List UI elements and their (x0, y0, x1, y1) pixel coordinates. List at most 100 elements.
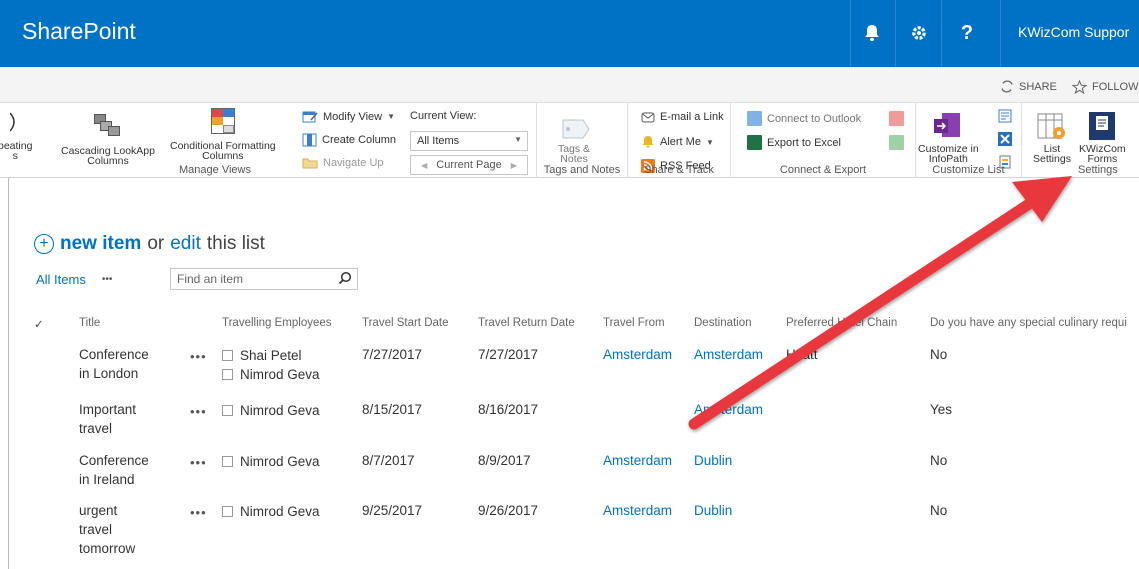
row-more-button[interactable]: ••• (190, 404, 207, 419)
kwizcom-forms-label-2: Forms (1087, 153, 1118, 165)
row-culinary: No (930, 503, 948, 518)
this-list-text: this list (206, 233, 265, 254)
row-more-button[interactable]: ••• (190, 455, 207, 470)
row-more-button[interactable]: ••• (190, 505, 207, 520)
view-selector-row: All Items ••• (36, 272, 112, 287)
tags-notes-label-2: Notes (560, 153, 588, 165)
employee-item: Shai Petel (222, 346, 320, 365)
group-manage-views: peating s Cascading LookApp Columns Cond… (0, 103, 537, 178)
repeating-label-2: s (12, 150, 18, 162)
export-excel-label: Export to Excel (767, 136, 841, 149)
modify-view-button[interactable]: Modify View ▼ (302, 110, 395, 123)
column-header-title[interactable]: Title (79, 317, 100, 329)
conditional-formatting-icon (207, 106, 239, 138)
user-menu[interactable]: KWizCom Suppor (1018, 24, 1129, 40)
form-web-parts-icon[interactable] (998, 109, 1012, 123)
kwizcom-forms-button[interactable]: KWizCom Forms (1079, 111, 1126, 164)
connect-outlook-button[interactable]: Connect to Outlook (747, 111, 861, 126)
current-view-label: Current View: (410, 110, 477, 122)
row-destination[interactable]: Dublin (694, 451, 732, 470)
search-placeholder: Find an item (177, 272, 244, 286)
chevron-down-icon: ▼ (387, 112, 396, 121)
row-return-date: 7/27/2017 (478, 347, 539, 362)
row-title[interactable]: Important travel (79, 400, 136, 438)
row-title-line: Important (79, 402, 137, 417)
chevron-right-icon[interactable]: ▶ (511, 161, 517, 170)
column-header-hotel[interactable]: Preferred Hotel Chain (786, 317, 897, 329)
current-view-value: All Items (417, 135, 460, 147)
create-column-button[interactable]: Create Column (302, 133, 396, 147)
column-header-destination[interactable]: Destination (694, 317, 752, 329)
row-title-line: travel (79, 421, 113, 436)
search-icon[interactable] (338, 271, 352, 285)
row-more-button[interactable]: ••• (190, 349, 207, 364)
view-all-items-link[interactable]: All Items (36, 272, 86, 287)
list-settings-button[interactable]: List Settings (1033, 111, 1071, 164)
current-view-select[interactable]: All Items ▼ (410, 131, 528, 151)
column-header-employees[interactable]: Travelling Employees (222, 317, 332, 329)
chevron-down-icon: ▼ (514, 135, 522, 144)
group-label: Tags and Notes (543, 164, 621, 176)
app-brand[interactable]: SharePoint (22, 18, 136, 45)
repeating-columns-button[interactable]: peating s (0, 111, 32, 161)
notifications-button[interactable] (853, 14, 891, 52)
group-customize-list: Customize in InfoPath Customize List (916, 103, 1022, 178)
suite-bar: SharePoint ? KWizCom Suppor (0, 0, 1139, 67)
group-label: Share & Track (644, 164, 714, 176)
group-settings: List Settings KWizCom Forms Settings (1022, 103, 1139, 178)
row-title[interactable]: Conference in London (79, 345, 149, 383)
row-travel-from[interactable]: Amsterdam (603, 451, 672, 470)
row-destination[interactable]: Amsterdam (694, 345, 763, 364)
employee-name: Shai Petel (240, 348, 302, 363)
edit-list-link[interactable]: edit (170, 233, 201, 255)
help-button[interactable]: ? (948, 14, 986, 52)
customize-infopath-button[interactable]: Customize in InfoPath (918, 111, 979, 164)
select-all-checkmark-icon[interactable]: ✓ (34, 317, 44, 331)
share-button[interactable]: SHARE (1000, 80, 1057, 93)
checkbox-icon (222, 350, 233, 361)
row-return-date: 9/26/2017 (478, 503, 539, 518)
employee-name: Nimrod Geva (240, 454, 320, 469)
employee-name: Nimrod Geva (240, 504, 320, 519)
email-link-label: E-mail a Link (660, 111, 724, 123)
employee-item: Nimrod Geva (222, 452, 320, 471)
view-more-button[interactable]: ••• (102, 274, 113, 285)
tags-notes-button[interactable]: Tags & Notes (557, 117, 591, 164)
row-title[interactable]: urgent travel tomorrow (79, 501, 135, 558)
column-header-return-date[interactable]: Travel Return Date (478, 317, 575, 329)
row-hotel: Hyatt (786, 347, 818, 362)
tools-icon[interactable] (998, 132, 1012, 146)
group-share-track: E-mail a Link Alert Me ▼ RSS Feed Share … (628, 103, 731, 178)
share-label: SHARE (1019, 80, 1057, 93)
group-label: Settings (1078, 164, 1118, 176)
customize-infopath-label-2: InfoPath (928, 153, 968, 165)
row-travel-from[interactable]: Amsterdam (603, 501, 672, 520)
row-destination[interactable]: Dublin (694, 501, 732, 520)
settings-button[interactable] (900, 14, 938, 52)
row-title-line: tomorrow (79, 541, 136, 556)
row-employees: Nimrod Geva (222, 452, 320, 471)
export-excel-button[interactable]: Export to Excel (747, 135, 841, 150)
column-header-travel-from[interactable]: Travel From (603, 317, 665, 329)
checkbox-icon (222, 369, 233, 380)
row-title-line: Conference (79, 453, 149, 468)
row-destination[interactable]: Amsterdam (694, 400, 763, 419)
employee-item: Nimrod Geva (222, 365, 320, 384)
alert-me-button[interactable]: Alert Me ▼ (641, 135, 714, 149)
column-header-culinary[interactable]: Do you have any special culinary requi (930, 317, 1127, 329)
create-column-icon (302, 133, 317, 147)
access-icon[interactable] (889, 111, 904, 126)
new-item-link[interactable]: new item (60, 233, 141, 255)
conditional-formatting-button[interactable]: Conditional Formatting Columns (170, 106, 276, 161)
modify-view-icon (302, 111, 318, 123)
email-link-button[interactable]: E-mail a Link (641, 111, 724, 123)
row-travel-from[interactable]: Amsterdam (603, 345, 672, 364)
project-icon[interactable] (889, 135, 904, 150)
cascading-lookup-button[interactable]: Cascading LookApp Columns (61, 111, 155, 166)
infopath-icon (934, 113, 961, 137)
follow-button[interactable]: FOLLOW (1072, 80, 1138, 94)
search-input[interactable]: Find an item (170, 268, 358, 290)
row-title[interactable]: Conference in Ireland (79, 451, 149, 489)
column-header-start-date[interactable]: Travel Start Date (362, 317, 449, 329)
plus-circle-icon[interactable]: + (34, 234, 54, 254)
